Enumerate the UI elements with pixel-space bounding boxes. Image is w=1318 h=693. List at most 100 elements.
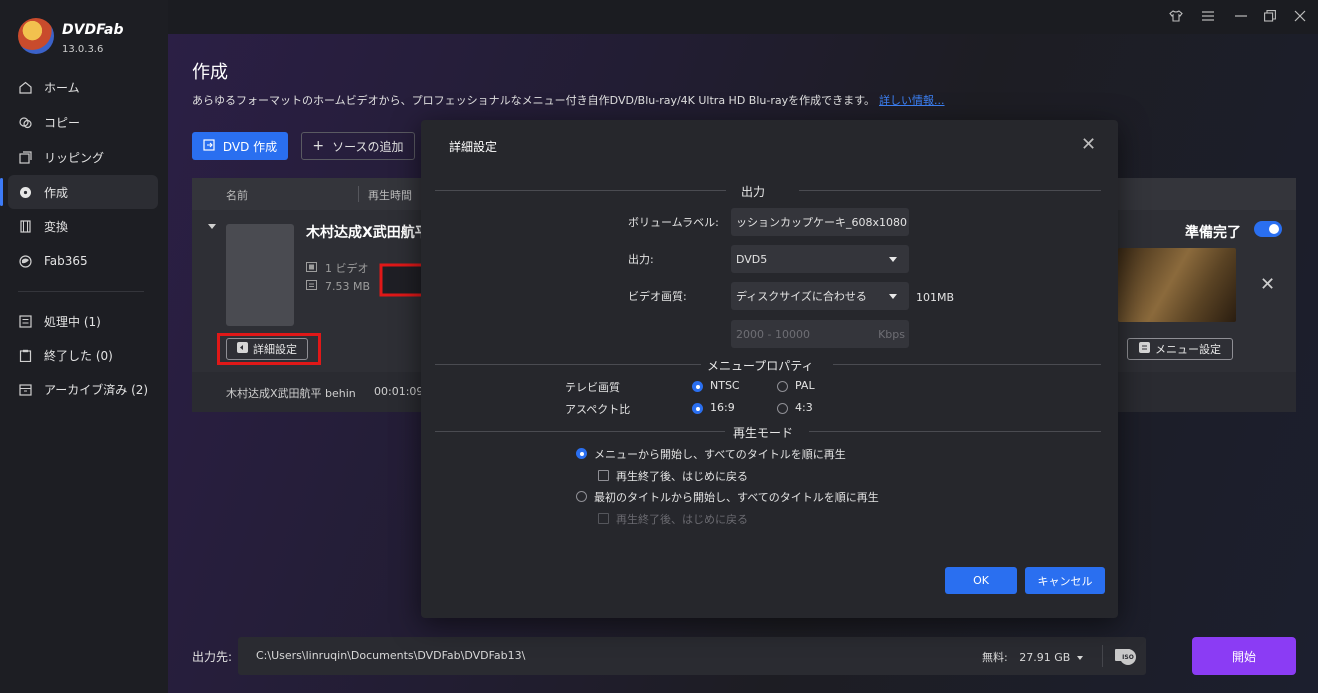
return-to-start-label: 再生終了後、はじめに戻る	[616, 470, 748, 483]
video-icon	[306, 261, 317, 275]
ready-toggle[interactable]	[1254, 221, 1282, 237]
archive-icon	[18, 382, 32, 396]
pal-label: PAL	[795, 379, 815, 392]
file-size: 7.53 MB	[325, 280, 371, 293]
description-text: あらゆるフォーマットのホームビデオから、プロフェッショナルなメニュー付き自作DV…	[192, 94, 876, 107]
shirt-icon[interactable]	[1168, 8, 1184, 24]
menu-settings-icon	[1139, 342, 1150, 356]
dvd-create-button[interactable]: DVD 作成	[192, 132, 288, 160]
sidebar-item-label: ホーム	[44, 80, 80, 95]
video-thumbnail	[226, 224, 294, 326]
sidebar-item-finished[interactable]: 終了した (0)	[8, 338, 158, 372]
ntsc-radio[interactable]	[692, 381, 703, 392]
free-value: 27.91 GB	[1019, 651, 1071, 664]
iso-label: ISO	[1122, 653, 1134, 661]
title-bar	[168, 0, 1318, 34]
ok-button[interactable]: OK	[945, 567, 1017, 594]
app-version: 13.0.3.6	[62, 44, 104, 55]
dvdfab-logo	[18, 18, 54, 54]
sidebar-item-processing[interactable]: 処理中 (1)	[8, 304, 158, 338]
output-format-label: 出力:	[628, 253, 654, 266]
status-label: 準備完了	[1185, 225, 1241, 241]
free-label: 無料:	[982, 651, 1008, 664]
bitrate-unit: Kbps	[878, 327, 905, 341]
sidebar-divider	[18, 291, 144, 292]
clipboard-icon	[18, 348, 32, 362]
volume-label-label: ボリュームラベル:	[628, 216, 719, 229]
item-title: 木村达成X武田航平	[306, 225, 429, 241]
plus-icon: +	[312, 138, 325, 154]
aspect-4-3-label: 4:3	[795, 401, 813, 414]
close-icon[interactable]	[1292, 8, 1308, 24]
list-icon	[18, 314, 32, 328]
free-space-dropdown-icon[interactable]	[1076, 656, 1083, 660]
output-format-value: DVD5	[736, 252, 768, 266]
sidebar-item-converter[interactable]: 変換	[8, 209, 158, 243]
page-description: あらゆるフォーマットのホームビデオから、プロフェッショナルなメニュー付き自作DV…	[192, 92, 945, 108]
expand-chevron-icon[interactable]	[208, 224, 216, 229]
add-source-button[interactable]: + ソースの追加	[301, 132, 415, 160]
sidebar-item-copy[interactable]: コピー	[8, 105, 158, 139]
menu-settings-button[interactable]: メニュー設定	[1127, 338, 1233, 360]
add-source-label: ソースの追加	[332, 139, 404, 154]
cancel-button[interactable]: キャンセル	[1025, 567, 1105, 594]
return-to-start-checkbox[interactable]	[598, 470, 609, 481]
advanced-settings-button[interactable]: 詳細設定	[226, 338, 308, 360]
minimize-icon[interactable]	[1233, 8, 1249, 24]
play-from-menu-label: メニューから開始し、すべてのタイトルを順に再生	[594, 448, 846, 461]
aspect-16-9-label: 16:9	[710, 401, 735, 414]
restore-icon[interactable]	[1262, 8, 1278, 24]
sidebar-item-archived[interactable]: アーカイブ済み (2)	[8, 372, 158, 406]
ntsc-label: NTSC	[710, 379, 740, 392]
bitrate-input: 2000 - 10000 Kbps	[731, 320, 909, 348]
video-quality-size: 101MB	[916, 291, 955, 304]
aspect-16-9-radio[interactable]	[692, 403, 703, 414]
page-title: 作成	[192, 62, 228, 83]
pal-radio[interactable]	[777, 381, 788, 392]
aspect-ratio-label: アスペクト比	[565, 403, 631, 416]
title-row-duration: 00:01:09	[374, 385, 424, 398]
sidebar-item-label: アーカイブ済み (2)	[44, 382, 149, 397]
menu-template-thumbnail[interactable]	[1118, 248, 1236, 322]
video-quality-select[interactable]: ディスクサイズに合わせる	[731, 282, 909, 310]
sidebar-item-label: 変換	[44, 219, 69, 234]
remove-item-icon[interactable]: ✕	[1260, 274, 1275, 295]
video-quality-value: ディスクサイズに合わせる	[736, 290, 867, 303]
play-from-title-radio[interactable]	[576, 491, 587, 502]
dvd-create-icon	[203, 138, 215, 154]
section-title-menu: メニュープロパティ	[707, 359, 814, 373]
free-space: 無料: 27.91 GB	[982, 649, 1083, 665]
tv-standard-label: テレビ画質	[565, 381, 620, 394]
dialog-title: 詳細設定	[449, 140, 498, 154]
more-info-link[interactable]: 詳しい情報...	[879, 94, 945, 107]
brand-name: DVDFab	[62, 22, 124, 38]
sidebar-item-label: Fab365	[44, 254, 88, 268]
start-button[interactable]: 開始	[1192, 637, 1296, 675]
section-divider	[435, 364, 701, 365]
output-format-select[interactable]: DVD5	[731, 245, 909, 273]
sidebar-item-label: 終了した (0)	[44, 348, 113, 363]
advanced-settings-dialog: 詳細設定 ✕ 出力 ボリュームラベル: ッションカップケーキ_608x1080 …	[421, 120, 1118, 618]
chevron-down-icon	[889, 294, 897, 299]
sidebar-item-fab365[interactable]: Fab365	[8, 244, 158, 278]
sidebar-item-ripper[interactable]: リッピング	[8, 140, 158, 174]
return-to-start-label-disabled: 再生終了後、はじめに戻る	[616, 513, 748, 526]
ripper-icon	[18, 150, 32, 164]
menu-settings-label: メニュー設定	[1155, 343, 1221, 356]
section-divider	[435, 190, 726, 191]
section-title-output: 出力	[741, 185, 766, 199]
aspect-4-3-radio[interactable]	[777, 403, 788, 414]
file-size-icon	[306, 280, 317, 293]
iso-icon[interactable]: ISO	[1120, 649, 1136, 665]
dialog-close-icon[interactable]: ✕	[1081, 134, 1096, 155]
title-row-name: 木村达成X武田航平 behin	[226, 387, 356, 400]
menu-icon[interactable]	[1200, 8, 1216, 24]
disc-icon	[18, 185, 32, 199]
sidebar-item-creator[interactable]: 作成	[8, 175, 158, 209]
sidebar: DVDFab 13.0.3.6 ホーム コピー リッピング 作成 変換 Fab3…	[0, 0, 168, 693]
output-path-field[interactable]: C:\Users\linruqin\Documents\DVDFab\DVDFa…	[238, 637, 1146, 675]
sidebar-item-home[interactable]: ホーム	[8, 70, 158, 104]
play-from-menu-radio[interactable]	[576, 448, 587, 459]
play-from-title-label: 最初のタイトルから開始し、すべてのタイトルを順に再生	[594, 491, 879, 504]
volume-label-input[interactable]: ッションカップケーキ_608x1080	[731, 208, 909, 236]
